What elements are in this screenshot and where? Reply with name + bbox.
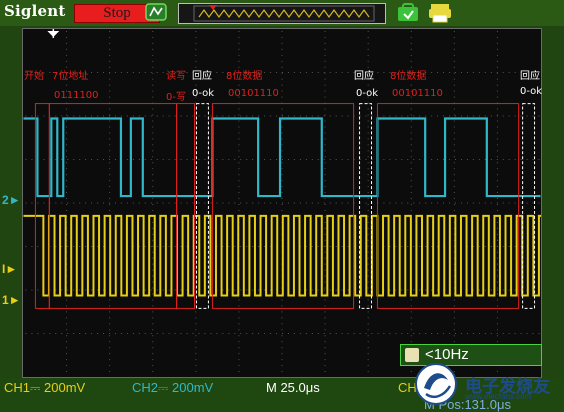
waveform-screen[interactable] <box>22 28 542 378</box>
address-box <box>48 103 178 309</box>
start-label: 开始 <box>24 71 44 82</box>
data-label-2: 8位数据 <box>390 71 427 82</box>
ch1-scale-readout[interactable]: CH1⎓ 200mV <box>4 380 85 396</box>
data-bits-2: 00101110 <box>392 88 443 99</box>
timebase-readout[interactable]: M 25.0μs <box>266 380 320 395</box>
ack-label-2: 回应 <box>354 71 374 82</box>
brand-logo: Siglent <box>4 2 66 20</box>
ch2-level-marker[interactable]: 2► <box>2 193 21 207</box>
trigger-level-marker[interactable]: I► <box>2 262 17 276</box>
logo-url: www.elecfans.com <box>465 392 532 401</box>
addr-bits-label: 0111100 <box>54 90 99 101</box>
channel-lock-icon <box>398 3 418 21</box>
ch2-scale-readout[interactable]: CH2⎓ 200mV <box>132 380 213 396</box>
graticule <box>25 30 540 373</box>
ack-label-3: 回应 <box>520 71 540 82</box>
ch1-waveform <box>23 214 541 297</box>
oscilloscope-display: Siglent Stop 开始 7位地址 0111100 读写 0-写 回应 0… <box>0 0 564 412</box>
printer-icon <box>429 4 451 23</box>
watermark-logo: 电子发烧友 www.elecfans.com <box>412 360 564 408</box>
trigger-icon <box>145 3 167 21</box>
rw-box <box>176 103 195 309</box>
ack-value-1: 0-ok <box>192 88 215 99</box>
rw-label: 读写 <box>166 71 186 82</box>
data-bits-1: 00101110 <box>228 88 279 99</box>
addr7-label: 7位地址 <box>52 71 89 82</box>
top-status-bar: Siglent Stop <box>0 0 564 26</box>
data-box-2 <box>376 103 520 309</box>
ack-value-3: 0-ok <box>520 86 543 97</box>
rw-value-label: 0-写 <box>166 92 186 103</box>
ch1-level-marker[interactable]: 1► <box>2 293 21 307</box>
data-label-1: 8位数据 <box>226 71 263 82</box>
timebase-memory-bar[interactable] <box>178 3 386 24</box>
ack-label-1: 回应 <box>192 71 212 82</box>
ack-value-2: 0-ok <box>356 88 379 99</box>
elecfans-logo-icon <box>415 363 457 405</box>
